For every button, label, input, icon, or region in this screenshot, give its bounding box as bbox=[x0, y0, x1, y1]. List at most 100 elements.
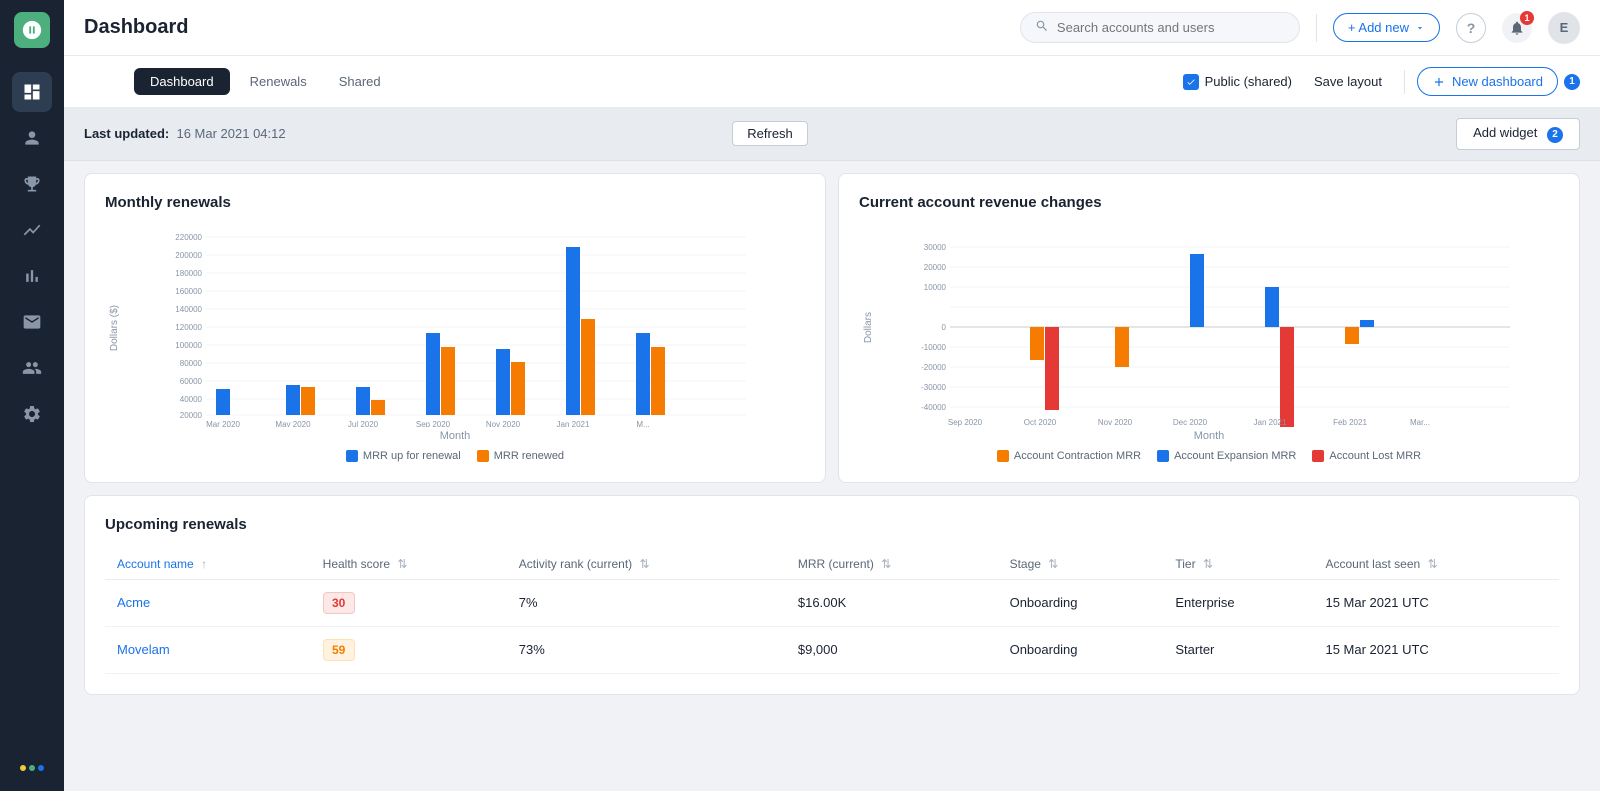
svg-text:30000: 30000 bbox=[924, 243, 947, 252]
svg-text:100000: 100000 bbox=[175, 341, 202, 350]
sidebar-item-dashboard[interactable] bbox=[12, 72, 52, 112]
search-input[interactable] bbox=[1057, 20, 1285, 35]
add-new-button[interactable]: + Add new bbox=[1333, 13, 1440, 42]
sort-icon-stage: ⇅ bbox=[1048, 557, 1058, 571]
cell-activity-1: 73% bbox=[507, 626, 786, 673]
col-stage[interactable]: Stage ⇅ bbox=[998, 549, 1164, 580]
legend-item-expansion: Account Expansion MRR bbox=[1157, 450, 1296, 462]
renewals-table-body: Acme 30 7% $16.00K Onboarding Enterprise… bbox=[105, 579, 1559, 673]
notifications-button[interactable]: 1 bbox=[1502, 13, 1532, 43]
svg-text:120000: 120000 bbox=[175, 323, 202, 332]
sort-icon-activity: ⇅ bbox=[640, 557, 650, 571]
sub-divider bbox=[1404, 70, 1405, 94]
sort-icon-tier: ⇅ bbox=[1203, 557, 1213, 571]
svg-text:-30000: -30000 bbox=[921, 383, 946, 392]
public-shared-toggle[interactable]: Public (shared) bbox=[1183, 74, 1292, 90]
cell-stage-1: Onboarding bbox=[998, 626, 1164, 673]
add-widget-button[interactable]: Add widget 2 bbox=[1456, 118, 1580, 150]
svg-text:40000: 40000 bbox=[180, 395, 203, 404]
tab-shared[interactable]: Shared bbox=[323, 68, 397, 95]
legend-item-contraction: Account Contraction MRR bbox=[997, 450, 1141, 462]
notification-badge: 1 bbox=[1520, 11, 1534, 25]
cell-last-seen-0: 15 Mar 2021 UTC bbox=[1313, 579, 1559, 626]
svg-text:20000: 20000 bbox=[180, 411, 203, 420]
tab-dashboard[interactable]: Dashboard bbox=[134, 68, 230, 95]
sort-icon-health: ⇅ bbox=[397, 557, 407, 571]
col-health-score[interactable]: Health score ⇅ bbox=[311, 549, 507, 580]
revenue-x-label: Month bbox=[859, 430, 1559, 442]
svg-text:20000: 20000 bbox=[924, 263, 947, 272]
svg-text:Dec 2020: Dec 2020 bbox=[1173, 418, 1208, 427]
cell-last-seen-1: 15 Mar 2021 UTC bbox=[1313, 626, 1559, 673]
svg-text:-10000: -10000 bbox=[921, 343, 946, 352]
cell-account-1[interactable]: Movelam bbox=[105, 626, 311, 673]
legend-item-lost: Account Lost MRR bbox=[1312, 450, 1421, 462]
col-last-seen[interactable]: Account last seen ⇅ bbox=[1313, 549, 1559, 580]
revenue-y-label: Dollars bbox=[863, 312, 874, 343]
revenue-legend: Account Contraction MRR Account Expansio… bbox=[859, 450, 1559, 462]
sidebar-nav bbox=[0, 72, 64, 765]
monthly-renewals-card: Monthly renewals Dollars ($) bbox=[84, 173, 826, 483]
sidebar-item-trophy[interactable] bbox=[12, 164, 52, 204]
search-icon bbox=[1035, 19, 1049, 36]
cell-account-0[interactable]: Acme bbox=[105, 579, 311, 626]
save-layout-button[interactable]: Save layout bbox=[1304, 68, 1392, 95]
cell-health-1: 59 bbox=[311, 626, 507, 673]
public-shared-label: Public (shared) bbox=[1205, 74, 1292, 89]
svg-text:Jul 2020: Jul 2020 bbox=[348, 420, 379, 427]
sidebar-item-bar-chart[interactable] bbox=[12, 256, 52, 296]
svg-text:Jan 2021: Jan 2021 bbox=[557, 420, 590, 427]
account-revenue-card: Current account revenue changes Dollars bbox=[838, 173, 1580, 483]
cell-stage-0: Onboarding bbox=[998, 579, 1164, 626]
cell-tier-0: Enterprise bbox=[1163, 579, 1313, 626]
step-label-1: 1 bbox=[1560, 74, 1580, 90]
svg-text:Feb 2021: Feb 2021 bbox=[1333, 418, 1367, 427]
cell-activity-0: 7% bbox=[507, 579, 786, 626]
svg-text:Sep 2020: Sep 2020 bbox=[416, 420, 451, 427]
logo[interactable] bbox=[14, 12, 50, 48]
sidebar-item-users[interactable] bbox=[12, 118, 52, 158]
svg-text:-40000: -40000 bbox=[921, 403, 946, 412]
charts-row: Monthly renewals Dollars ($) bbox=[64, 161, 1600, 495]
svg-text:Mar 2020: Mar 2020 bbox=[206, 420, 240, 427]
sub-header: Dashboard Renewals Shared Public (shared… bbox=[64, 56, 1600, 108]
svg-text:Jan 2021: Jan 2021 bbox=[1254, 418, 1287, 427]
sidebar-item-chart[interactable] bbox=[12, 210, 52, 250]
monthly-legend: MRR up for renewal MRR renewed bbox=[105, 450, 805, 462]
sidebar-item-email[interactable] bbox=[12, 302, 52, 342]
content: Last updated: 16 Mar 2021 04:12 Refresh … bbox=[64, 108, 1600, 791]
col-mrr[interactable]: MRR (current) ⇅ bbox=[786, 549, 998, 580]
public-shared-checkbox[interactable] bbox=[1183, 74, 1199, 90]
table-row: Movelam 59 73% $9,000 Onboarding Starter… bbox=[105, 626, 1559, 673]
last-updated-text: Last updated: 16 Mar 2021 04:12 bbox=[84, 126, 732, 141]
help-button[interactable]: ? bbox=[1456, 13, 1486, 43]
svg-text:Nov 2020: Nov 2020 bbox=[486, 420, 521, 427]
legend-item-renewed: MRR renewed bbox=[477, 450, 564, 462]
svg-text:0: 0 bbox=[942, 323, 947, 332]
svg-text:140000: 140000 bbox=[175, 305, 202, 314]
sort-icon-last-seen: ⇅ bbox=[1428, 557, 1438, 571]
svg-text:M...: M... bbox=[636, 420, 649, 427]
page-title: Dashboard bbox=[84, 16, 1004, 39]
refresh-button[interactable]: Refresh bbox=[732, 121, 808, 146]
col-account-name[interactable]: Account name ↑ bbox=[105, 549, 311, 580]
monthly-renewals-chart: 220000 200000 180000 160000 140000 12000… bbox=[127, 227, 805, 427]
col-tier[interactable]: Tier ⇅ bbox=[1163, 549, 1313, 580]
monthly-y-label: Dollars ($) bbox=[109, 305, 120, 351]
tab-renewals[interactable]: Renewals bbox=[234, 68, 323, 95]
sidebar-item-settings[interactable] bbox=[12, 394, 52, 434]
search-bar bbox=[1020, 12, 1300, 43]
upcoming-renewals-title: Upcoming renewals bbox=[105, 516, 1559, 533]
sidebar-item-people[interactable] bbox=[12, 348, 52, 388]
main: Dashboard + Add new ? 1 E Dashboard Rene… bbox=[64, 0, 1600, 791]
svg-text:Nov 2020: Nov 2020 bbox=[1098, 418, 1133, 427]
svg-text:Mar...: Mar... bbox=[1410, 418, 1430, 427]
svg-text:180000: 180000 bbox=[175, 269, 202, 278]
svg-text:220000: 220000 bbox=[175, 233, 202, 242]
col-activity-rank[interactable]: Activity rank (current) ⇅ bbox=[507, 549, 786, 580]
svg-text:Oct 2020: Oct 2020 bbox=[1024, 418, 1057, 427]
table-row: Acme 30 7% $16.00K Onboarding Enterprise… bbox=[105, 579, 1559, 626]
new-dashboard-button[interactable]: New dashboard bbox=[1417, 67, 1558, 96]
account-revenue-title: Current account revenue changes bbox=[859, 194, 1559, 211]
user-avatar[interactable]: E bbox=[1548, 12, 1580, 44]
